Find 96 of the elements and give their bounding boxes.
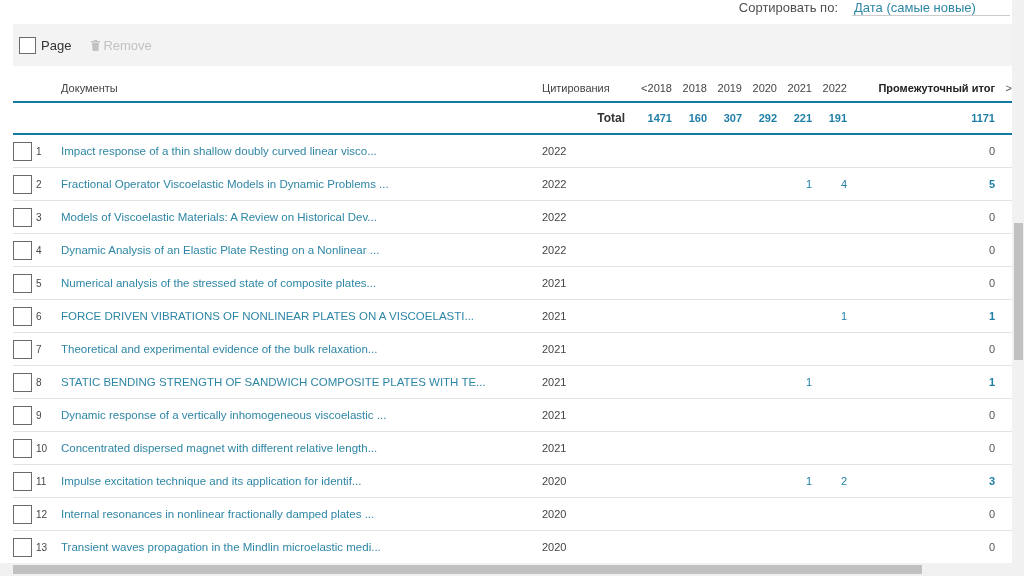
checkbox[interactable] [13,372,32,392]
row-number: 5 [36,277,43,289]
year-cell-text: 2021 [542,343,568,355]
document-link[interactable]: Fractional Operator Viscoelastic Models in Dynamic Problems ... [61,178,389,190]
subtotal-cell[interactable]: 5 [847,178,995,190]
year-cell-text: 2022 [542,178,568,190]
year-cell-text: 2020 [542,541,568,553]
document-link[interactable]: FORCE DRIVEN VIBRATIONS OF NONLINEAR PLATES ON A VISCOELASTI... [61,310,475,322]
subtotal-cell[interactable]: 1 [847,376,995,388]
total-count[interactable]: 307 [707,112,742,124]
row-number: 6 [36,310,43,322]
checkbox[interactable] [13,273,32,293]
document-link[interactable]: Dynamic response of a vertically inhomogeneous viscoelastic ... [61,409,387,421]
trash-icon [91,39,101,51]
row-number: 1 [36,145,43,157]
document-link[interactable]: Transient waves propagation in the Mindlin microelastic medi... [61,541,381,553]
document-link[interactable]: Impact response of a thin shallow doubly curved linear visco... [61,145,377,157]
checkbox[interactable] [13,471,32,491]
year-cell-text: 2020 [542,508,568,520]
sort-dropdown[interactable]: Дата (самые новые) [852,0,1010,16]
row-number: 4 [36,244,43,256]
document-link[interactable]: Numerical analysis of the stressed state of composite plates... [61,277,377,289]
document-link[interactable]: STATIC BENDING STRENGTH OF SANDWICH COMPOSITE PLATES WITH TE... [61,376,486,388]
row-number: 11 [36,475,48,487]
column-header[interactable]: Промежуточный итог [847,82,995,94]
subtotal-cell-text: 0 [987,541,995,553]
checkbox[interactable] [13,207,32,227]
checkbox[interactable] [13,438,32,458]
checkbox[interactable] [13,240,32,260]
row-number: 3 [36,211,43,223]
subtotal-cell-text: 0 [987,343,995,355]
subtotal-cell-text: 0 [987,244,995,256]
document-link[interactable]: Concentrated dispersed magnet with different relative length... [61,442,378,454]
subtotal-cell-text: 0 [987,442,995,454]
row-number: 13 [36,541,49,553]
citation-count[interactable]: 1 [777,178,812,190]
column-header[interactable]: 2019 [707,82,742,94]
horizontal-scrollbar[interactable] [0,563,1024,576]
checkbox[interactable] [13,504,32,524]
year-cell-text: 2022 [542,211,568,223]
citation-count[interactable]: 2 [812,475,847,487]
document-link[interactable]: Models of Viscoelastic Materials: A Review on Historical Dev... [61,211,377,223]
checkbox[interactable] [13,306,32,326]
citation-count[interactable]: 1 [777,376,812,388]
column-header[interactable]: 2021 [777,82,812,94]
column-header[interactable]: 2020 [742,82,777,94]
total-count[interactable]: 292 [742,112,777,124]
citation-count[interactable]: 1 [777,475,812,487]
row-number: 10 [36,442,49,454]
checkbox[interactable] [13,537,32,557]
column-header[interactable]: 2022 [812,82,847,94]
year-cell-text: 2021 [542,310,568,322]
total-count[interactable]: 191 [812,112,847,124]
subtotal-cell[interactable]: 1 [847,310,995,322]
citation-count[interactable]: 4 [812,178,847,190]
row-number: 12 [36,508,49,520]
document-link[interactable]: Impulse excitation technique and its application for identif... [61,475,362,487]
year-cell-text: 2021 [542,376,568,388]
citation-count[interactable]: 1 [812,310,847,322]
year-cell-text: 2022 [542,145,568,157]
year-cell-text: 2020 [542,475,568,487]
total-count[interactable]: 1471 [637,112,672,124]
year-cell-text: 2021 [542,277,568,289]
year-cell-text: 2021 [542,442,568,454]
column-header[interactable]: <2018 [637,82,672,94]
document-link[interactable]: Dynamic Analysis of an Elastic Plate Resting on a Nonlinear ... [61,244,380,256]
checkbox[interactable] [13,405,32,425]
year-cell-text: 2022 [542,244,568,256]
total-label: Total [596,111,626,125]
row-number: 7 [36,343,43,355]
document-link[interactable]: Theoretical and experimental evidence of the bulk relaxation... [61,343,378,355]
row-number: 8 [36,376,43,388]
document-link[interactable]: Internal resonances in nonlinear fractionally damped plates ... [61,508,375,520]
checkbox[interactable] [13,174,32,194]
checkbox[interactable] [13,141,32,161]
checkbox[interactable] [13,339,32,359]
column-header[interactable]: Документы [61,82,542,94]
page-label: Page [41,37,72,53]
column-header[interactable]: Цитирования [542,82,637,94]
vertical-scrollbar[interactable] [1012,0,1024,563]
subtotal-cell-text: 0 [987,211,995,223]
subtotal-cell-text: 0 [987,409,995,421]
column-header[interactable]: 2018 [672,82,707,94]
total-count[interactable]: 160 [672,112,707,124]
year-cell-text: 2021 [542,409,568,421]
row-number: 2 [36,178,43,190]
total-subtotal[interactable]: 1171 [847,112,995,124]
total-count[interactable]: 221 [777,112,812,124]
subtotal-cell[interactable]: 3 [847,475,995,487]
subtotal-cell-text: 0 [987,277,995,289]
scroll-right-arrow[interactable]: > [995,82,1012,94]
subtotal-cell-text: 0 [987,145,995,157]
checkbox[interactable] [19,36,36,54]
subtotal-cell-text: 0 [987,508,995,520]
sort-label: Сортировать по: [738,0,838,16]
row-number: 9 [36,409,43,421]
